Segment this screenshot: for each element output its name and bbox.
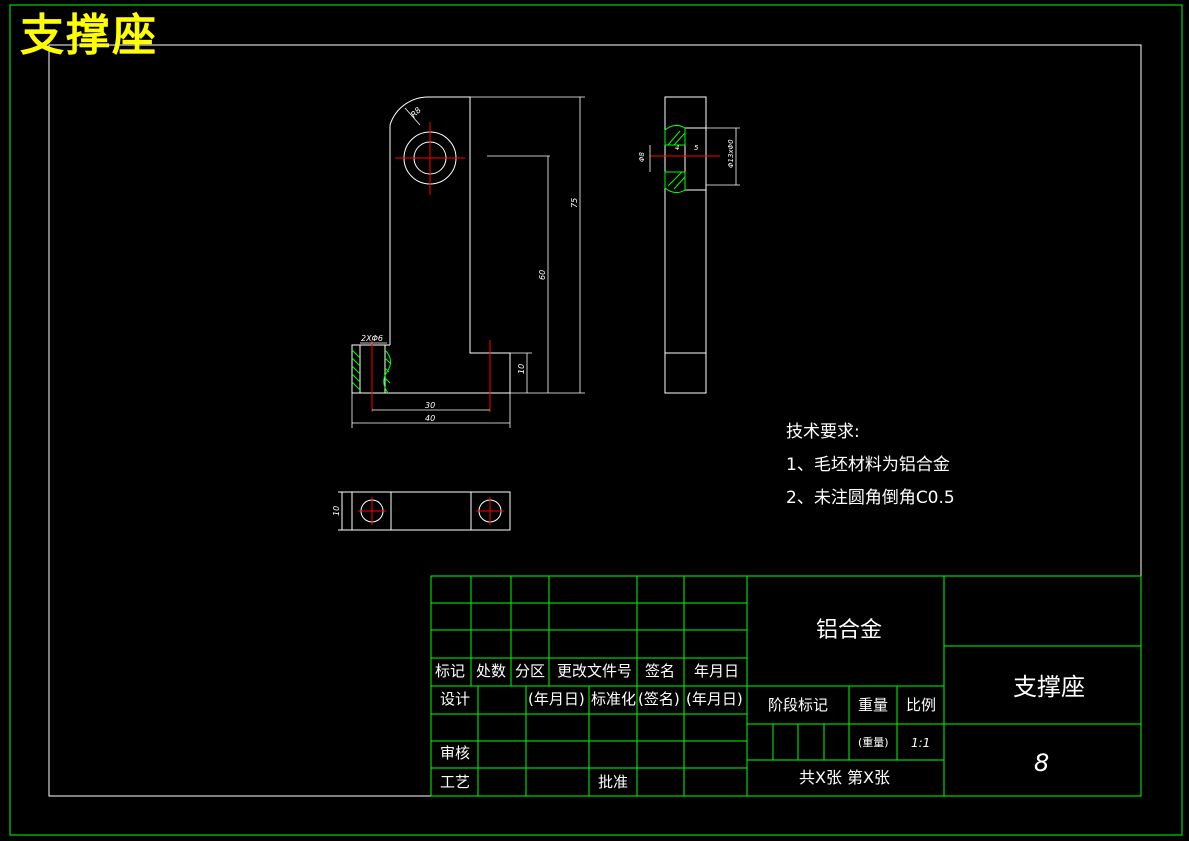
standardize-label: 标准化 xyxy=(591,690,637,708)
stage-mark-label: 阶段标记 xyxy=(768,696,829,714)
dim-10: 10 xyxy=(517,364,526,374)
front-view xyxy=(351,96,511,394)
dim-side-d1: Φ8 xyxy=(638,151,646,162)
tech-req-heading: 技术要求: xyxy=(786,422,860,442)
tech-req-item-1: 1、毛坯材料为铝合金 xyxy=(786,455,950,475)
part-name: 支撑座 xyxy=(1013,673,1085,701)
standardize-sign: (签名) xyxy=(638,690,680,708)
sheet-count: 共X张 第X张 xyxy=(799,768,891,787)
drawing-number: 8 xyxy=(1034,749,1050,777)
dim-holes: 2XΦ6 xyxy=(361,334,383,343)
dim-side-w1: 4 xyxy=(675,144,679,152)
dim-r8: R8 xyxy=(409,106,423,120)
header-change-doc: 更改文件号 xyxy=(557,662,633,680)
weight-label: 重量 xyxy=(858,696,889,714)
dim-60: 60 xyxy=(538,270,547,280)
standardize-date: (年月日) xyxy=(686,690,743,708)
review-label: 审核 xyxy=(440,744,471,762)
cad-drawing: R8 75 60 10 30 40 2XΦ6 Φ8 Φ13xΦ0 4 5 10 xyxy=(9,4,1183,836)
outer-frame xyxy=(9,4,1183,836)
dim-30: 30 xyxy=(425,401,435,410)
process-label: 工艺 xyxy=(440,773,471,791)
dim-40: 40 xyxy=(425,414,435,423)
front-dimensions xyxy=(351,96,585,428)
side-hatch xyxy=(664,124,686,194)
dim-side-w2: 5 xyxy=(694,144,699,152)
header-mark: 标记 xyxy=(435,662,466,680)
design-label: 设计 xyxy=(440,690,471,708)
header-zone: 分区 xyxy=(515,662,546,680)
inner-frame xyxy=(48,44,1142,797)
bottom-centerlines xyxy=(358,497,504,525)
header-date: 年月日 xyxy=(694,662,740,680)
dim-side-d2: Φ13xΦ0 xyxy=(727,139,735,168)
material-value: 铝合金 xyxy=(816,618,883,643)
drawing-title: 支撑座 xyxy=(20,10,158,61)
header-count: 处数 xyxy=(476,662,507,680)
tech-req-item-2: 2、未注圆角倒角C0.5 xyxy=(786,488,955,508)
header-sign: 签名 xyxy=(645,662,676,680)
scale-value: 1:1 xyxy=(911,736,931,750)
design-date: (年月日) xyxy=(528,690,585,708)
weight-value: (重量) xyxy=(858,736,889,749)
dim-bottom-10: 10 xyxy=(332,506,341,516)
dim-75: 75 xyxy=(570,198,579,208)
scale-label: 比例 xyxy=(906,696,937,714)
approve-label: 批准 xyxy=(598,773,629,791)
